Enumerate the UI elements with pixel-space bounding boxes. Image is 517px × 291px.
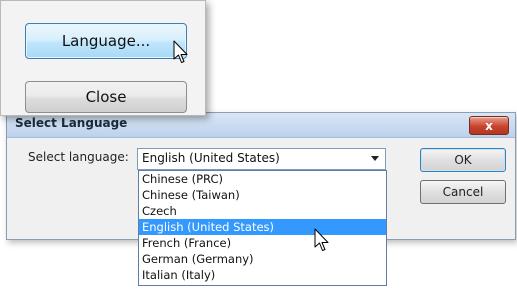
ok-button[interactable]: OK <box>420 148 506 172</box>
language-option-italian-italy[interactable]: Italian (Italy) <box>139 267 386 283</box>
dialog-title: Select Language <box>15 116 128 130</box>
language-select-value: English (United States) <box>142 151 280 165</box>
language-option-german-germany[interactable]: German (Germany) <box>139 251 386 267</box>
arrow-cursor-icon <box>314 228 330 254</box>
language-dropdown-list[interactable]: Chinese (PRC) Chinese (Taiwan) Czech Eng… <box>138 170 387 286</box>
language-option-chinese-taiwan[interactable]: Chinese (Taiwan) <box>139 187 386 203</box>
arrow-cursor-icon <box>173 40 189 66</box>
close-button[interactable]: Close <box>25 81 187 113</box>
language-option-french-france[interactable]: French (France) <box>139 235 386 251</box>
language-option-chinese-prc[interactable]: Chinese (PRC) <box>139 171 386 187</box>
dialog-titlebar[interactable]: Select Language x <box>7 113 515 138</box>
dialog-close-button[interactable]: x <box>469 116 509 135</box>
close-icon: x <box>485 118 493 133</box>
chevron-down-icon[interactable] <box>371 156 379 161</box>
cancel-button[interactable]: Cancel <box>420 180 506 204</box>
language-button[interactable]: Language... <box>25 23 187 59</box>
select-language-label: Select language: <box>28 150 129 164</box>
language-option-czech[interactable]: Czech <box>139 203 386 219</box>
language-option-english-us[interactable]: English (United States) <box>139 219 386 235</box>
language-select[interactable]: English (United States) <box>137 148 386 170</box>
